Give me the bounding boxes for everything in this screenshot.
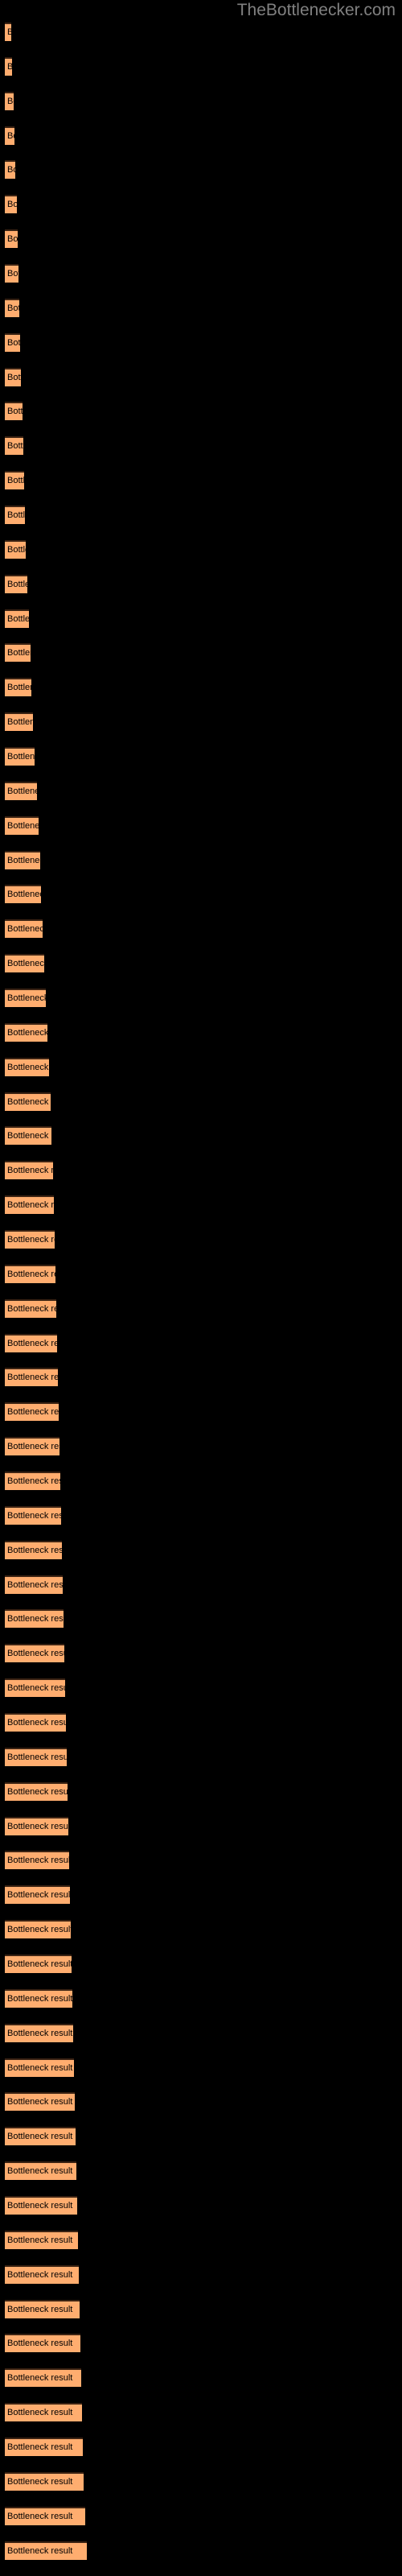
bar <box>5 195 17 213</box>
bar <box>5 471 24 489</box>
bar <box>5 1437 59 1455</box>
bar <box>5 57 12 76</box>
bar <box>5 1851 69 1869</box>
bar-label: Bottleneck result <box>7 62 73 72</box>
bar <box>5 919 43 938</box>
bar <box>5 1368 58 1386</box>
bar <box>5 989 46 1007</box>
bar-label: Bottleneck result <box>7 97 73 106</box>
bar <box>5 1920 71 1938</box>
bar-label: Bottleneck result <box>7 27 73 37</box>
bar <box>5 2438 83 2456</box>
bar <box>5 368 21 386</box>
bar <box>5 1713 66 1732</box>
bar <box>5 2196 77 2215</box>
bar <box>5 2300 80 2318</box>
bar <box>5 1023 47 1042</box>
bar <box>5 2472 84 2491</box>
bar <box>5 1230 55 1249</box>
bar <box>5 229 18 248</box>
bar <box>5 1644 64 1662</box>
bar <box>5 540 26 559</box>
bar <box>5 126 14 145</box>
bar <box>5 1506 61 1525</box>
bar <box>5 1402 59 1421</box>
bar <box>5 851 40 869</box>
bar <box>5 506 25 524</box>
bar <box>5 2265 79 2284</box>
bar <box>5 1092 51 1111</box>
bar <box>5 1195 54 1214</box>
bar <box>5 23 11 41</box>
bar <box>5 712 33 731</box>
bar-chart-root: TheBottlenecker.com Bottleneck result Bot… <box>0 0 402 2576</box>
bar <box>5 1782 68 1801</box>
bar <box>5 160 15 179</box>
bar <box>5 1748 67 1766</box>
bars-layer: Bottleneck result Bottleneck result Bottle… <box>0 0 402 2576</box>
bar-label: Bottleneck result <box>7 200 73 209</box>
bar <box>5 92 14 110</box>
bar <box>5 2024 73 2042</box>
bar <box>5 1609 64 1628</box>
bar <box>5 2058 74 2077</box>
bar <box>5 1989 72 2008</box>
bar <box>5 1299 56 1318</box>
bar <box>5 1955 72 1973</box>
bar <box>5 333 20 352</box>
bar <box>5 954 44 972</box>
bar <box>5 2161 76 2180</box>
bar <box>5 2127 76 2145</box>
bar <box>5 402 23 420</box>
bar <box>5 816 39 835</box>
bar <box>5 1126 51 1145</box>
bar <box>5 1472 60 1490</box>
bar <box>5 1541 62 1559</box>
bar <box>5 2541 87 2560</box>
bar <box>5 609 29 628</box>
bar <box>5 1575 63 1594</box>
bar <box>5 885 41 903</box>
bar <box>5 747 35 766</box>
bar <box>5 2368 81 2387</box>
bar <box>5 1161 53 1179</box>
bar <box>5 782 37 800</box>
bar-label: Bottleneck result <box>7 165 73 175</box>
bar <box>5 2092 75 2111</box>
bar <box>5 1885 70 1904</box>
bar <box>5 1678 65 1697</box>
bar <box>5 2231 78 2249</box>
bar-label: Bottleneck result <box>7 131 73 141</box>
bar <box>5 678 31 696</box>
bar <box>5 1265 55 1283</box>
bar <box>5 436 23 455</box>
bar <box>5 2507 85 2525</box>
bar <box>5 264 18 283</box>
bar <box>5 1334 57 1352</box>
bar <box>5 1817 68 1835</box>
bar <box>5 299 19 317</box>
bar <box>5 643 31 662</box>
bar <box>5 2403 82 2421</box>
bar <box>5 1058 49 1076</box>
bar <box>5 575 27 593</box>
bar <box>5 2334 80 2352</box>
